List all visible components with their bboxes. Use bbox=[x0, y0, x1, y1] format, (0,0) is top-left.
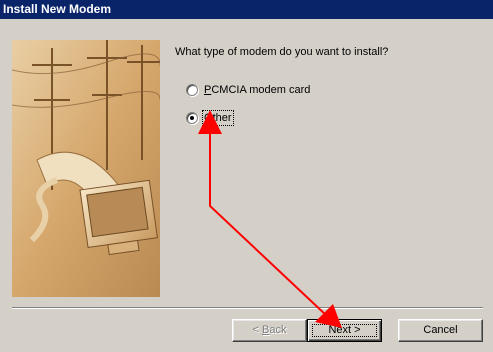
cancel-button-label: Cancel bbox=[423, 324, 458, 336]
other-radio-button[interactable] bbox=[186, 112, 198, 124]
window-title: Install New Modem bbox=[3, 2, 112, 16]
separator-line bbox=[12, 307, 483, 309]
wizard-illustration bbox=[12, 40, 160, 297]
pcmcia-radio-label: PCMCIA modem card bbox=[204, 84, 311, 96]
next-button[interactable]: Next > bbox=[307, 319, 382, 342]
pcmcia-radio-option[interactable]: PCMCIA modem card bbox=[186, 82, 310, 98]
back-button-prefix: < bbox=[252, 324, 262, 336]
cancel-button[interactable]: Cancel bbox=[398, 319, 483, 342]
question-label: What type of modem do you want to instal… bbox=[175, 46, 389, 58]
annotation-path-line bbox=[209, 130, 328, 317]
modem-illustration-icon bbox=[12, 40, 160, 297]
other-radio-option[interactable]: Other bbox=[186, 110, 234, 126]
title-bar: Install New Modem bbox=[0, 0, 493, 19]
install-modem-window: Install New Modem What type of modem do … bbox=[0, 0, 493, 352]
pcmcia-radio-button[interactable] bbox=[186, 84, 198, 96]
next-button-label: Next > bbox=[308, 320, 381, 341]
other-radio-label: Other bbox=[202, 110, 234, 126]
back-button[interactable]: < Back bbox=[232, 319, 307, 342]
back-button-rest: ack bbox=[269, 324, 287, 336]
